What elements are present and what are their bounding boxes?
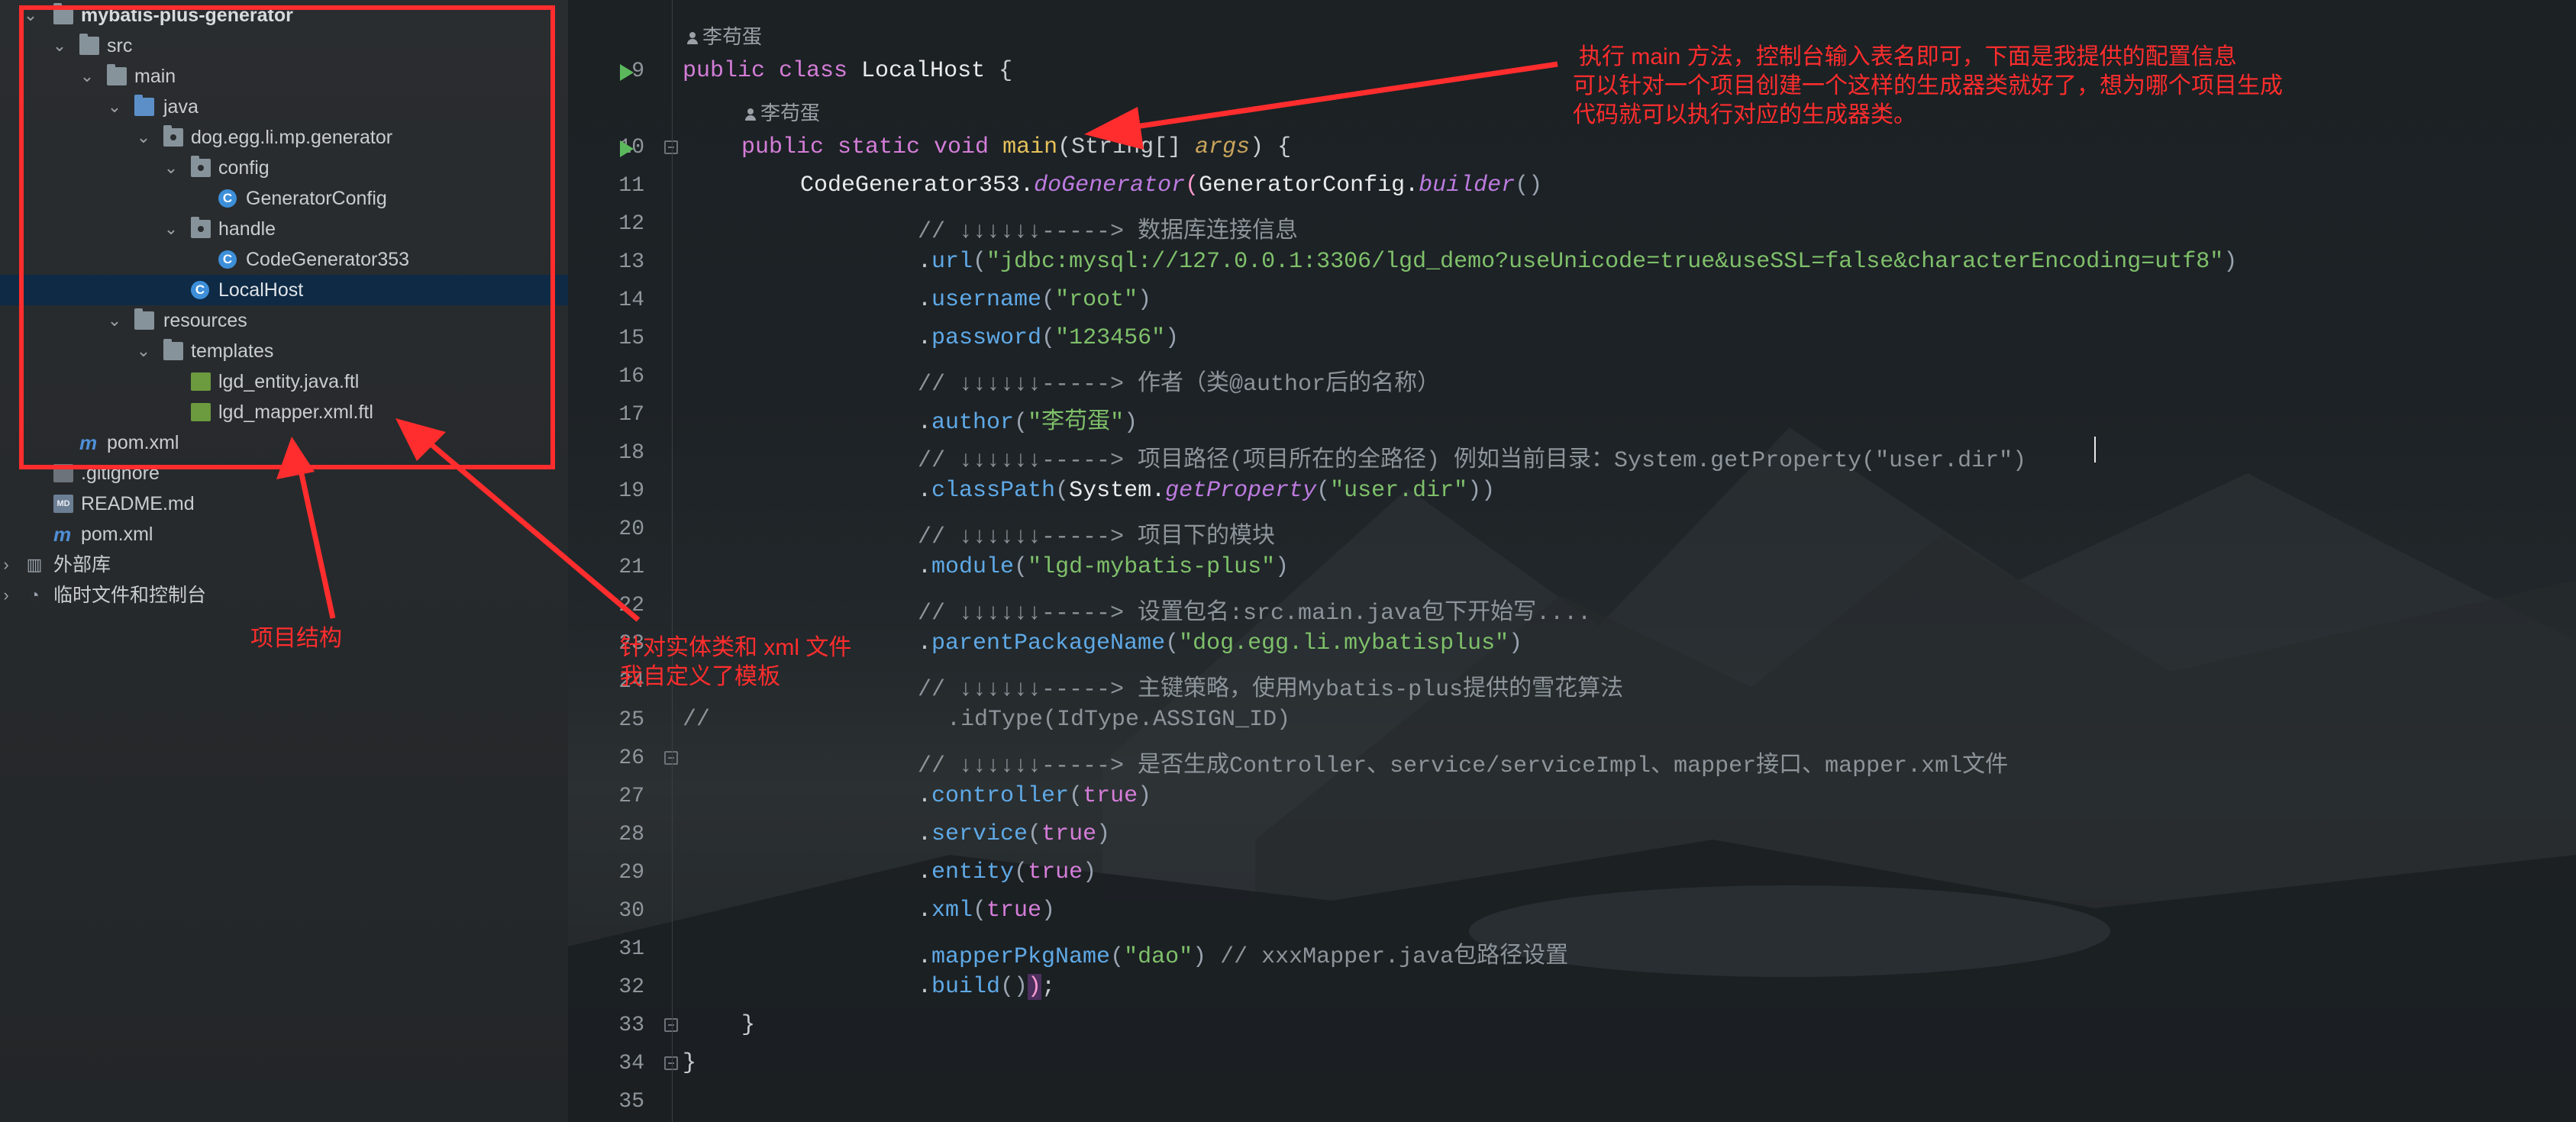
project-structure-highlight-box [19, 5, 555, 469]
arrow-to-templates [416, 431, 641, 622]
arrowhead [1084, 107, 1144, 150]
arrow-to-project-box [295, 456, 336, 619]
arrowhead [276, 437, 315, 479]
arrow-to-main-method [1114, 61, 1558, 133]
annotation-line: 我自定义了模板 [620, 664, 780, 689]
arrowhead [395, 418, 446, 461]
annotation-templates-note: 针对实体类和 xml 文件 我自定义了模板 [620, 634, 851, 692]
annotation-project-structure: 项目结构 [250, 626, 342, 651]
annotation-overlay [19, 5, 1558, 622]
annotation-line: 针对实体类和 xml 文件 [620, 635, 852, 660]
